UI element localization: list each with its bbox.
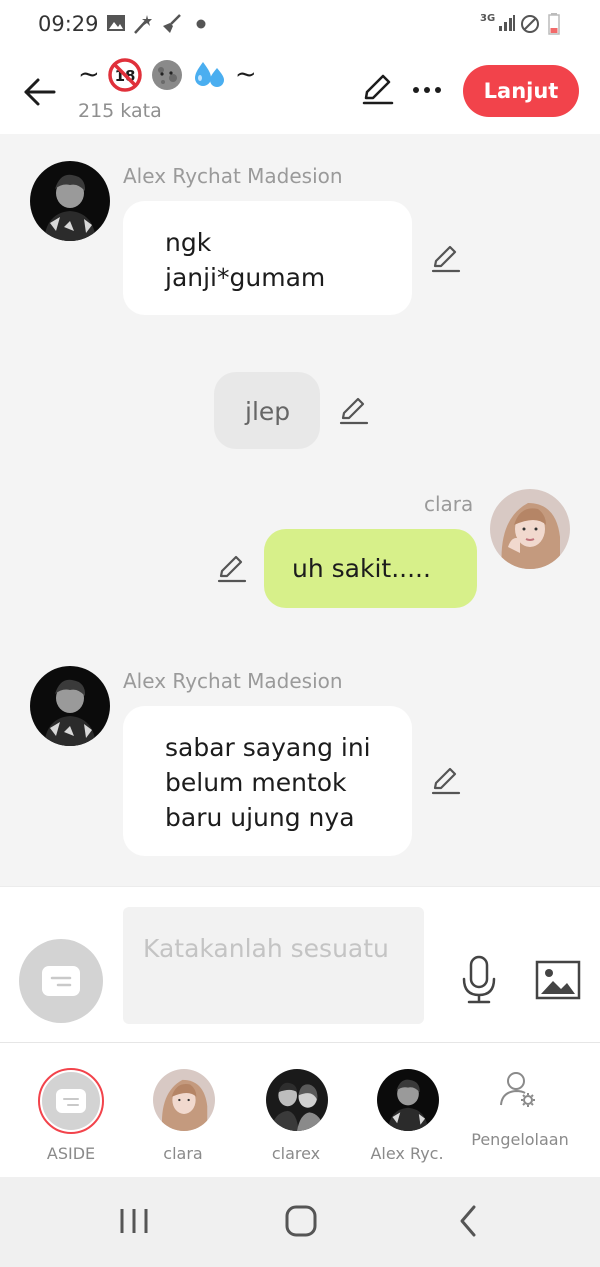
edit-message-icon[interactable] bbox=[428, 763, 462, 797]
narration-text: jlep bbox=[245, 397, 291, 426]
story-title: ~ 18 ~ bbox=[78, 58, 257, 92]
aside-message-icon bbox=[42, 966, 80, 996]
microphone-icon[interactable] bbox=[460, 955, 498, 1005]
message-text-line: baru ujung nya bbox=[165, 803, 355, 832]
title-prefix: ~ bbox=[78, 59, 100, 90]
message-text-line: belum mentok bbox=[165, 768, 347, 797]
character-alex[interactable]: Alex Ryc. bbox=[347, 1043, 467, 1178]
message-text-line: ngk bbox=[165, 228, 212, 257]
gallery-icon bbox=[107, 15, 125, 31]
avatar-alex bbox=[377, 1069, 439, 1131]
notification-dot-icon bbox=[196, 19, 206, 29]
character-label: ASIDE bbox=[46, 1144, 96, 1163]
battery-icon bbox=[548, 13, 560, 35]
aside-message-icon bbox=[56, 1089, 86, 1113]
character-bar: ASIDE clara clarex Alex Ryc. Pengelolaan bbox=[0, 1042, 600, 1177]
network-type: 3G bbox=[480, 13, 496, 24]
message-text: uh sakit..... bbox=[292, 554, 431, 583]
no-under-18-emoji: 18 bbox=[108, 58, 142, 92]
magic-wand-icon bbox=[134, 15, 152, 34]
character-aside[interactable]: ASIDE bbox=[11, 1043, 131, 1178]
story-header: ~ 18 ~ 215 kata Lanjut bbox=[0, 50, 600, 134]
sender-name: clara bbox=[424, 492, 474, 516]
message-composer bbox=[0, 886, 600, 1042]
sender-name: Alex Rychat Madesion bbox=[123, 669, 343, 693]
edit-message-icon[interactable] bbox=[214, 551, 248, 585]
sender-name: Alex Rychat Madesion bbox=[123, 164, 343, 188]
back-arrow-icon[interactable] bbox=[20, 72, 60, 112]
more-options-icon[interactable] bbox=[408, 70, 446, 108]
moon-face-emoji bbox=[152, 60, 183, 90]
home-icon[interactable] bbox=[279, 1201, 323, 1241]
character-clarex[interactable]: clarex bbox=[236, 1043, 356, 1178]
character-clara[interactable]: clara bbox=[123, 1043, 243, 1178]
status-time: 09:29 bbox=[38, 12, 99, 36]
avatar-alex[interactable] bbox=[30, 161, 110, 241]
back-nav-icon[interactable] bbox=[446, 1201, 490, 1241]
broom-icon bbox=[163, 14, 181, 33]
recent-apps-icon[interactable] bbox=[112, 1201, 156, 1241]
pencil-icon[interactable] bbox=[358, 70, 396, 108]
character-label: Alex Ryc. bbox=[370, 1144, 444, 1163]
system-nav-bar bbox=[0, 1177, 600, 1267]
message-bubble[interactable]: sabar sayang ini belum mentok baru ujung… bbox=[123, 706, 412, 856]
droplets-emoji bbox=[194, 62, 224, 87]
message-bubble[interactable]: ngk janji*gumam bbox=[123, 201, 412, 315]
image-icon[interactable] bbox=[535, 959, 581, 1001]
edit-message-icon[interactable] bbox=[336, 393, 370, 427]
message-input[interactable] bbox=[123, 907, 424, 1024]
message-text-line: janji*gumam bbox=[165, 263, 326, 292]
user-settings-icon bbox=[500, 1072, 535, 1107]
no-sim-icon bbox=[521, 15, 539, 33]
aside-toggle-button[interactable] bbox=[19, 939, 103, 1023]
title-suffix: ~ bbox=[234, 59, 257, 90]
aside-avatar bbox=[38, 1068, 104, 1134]
manage-characters-button[interactable]: Pengelolaan bbox=[460, 1043, 580, 1178]
narration-bubble[interactable]: jlep bbox=[214, 372, 320, 449]
edit-message-icon[interactable] bbox=[428, 241, 462, 275]
avatar-clara bbox=[153, 1069, 215, 1131]
message-text-line: sabar sayang ini bbox=[165, 733, 371, 762]
message-bubble[interactable]: uh sakit..... bbox=[264, 529, 477, 608]
avatar-clara[interactable] bbox=[490, 489, 570, 569]
avatar-clarex bbox=[266, 1069, 328, 1131]
status-bar: 09:29 3G bbox=[0, 0, 600, 50]
signal-icon bbox=[499, 15, 515, 31]
character-label: clarex bbox=[271, 1144, 321, 1163]
next-button[interactable]: Lanjut bbox=[463, 65, 579, 117]
character-label: Pengelolaan bbox=[471, 1130, 569, 1149]
chat-area[interactable]: Alex Rychat Madesion ngk janji*gumam jle… bbox=[0, 134, 600, 886]
avatar-alex[interactable] bbox=[30, 666, 110, 746]
character-label: clara bbox=[163, 1144, 203, 1163]
word-count: 215 kata bbox=[78, 100, 162, 122]
